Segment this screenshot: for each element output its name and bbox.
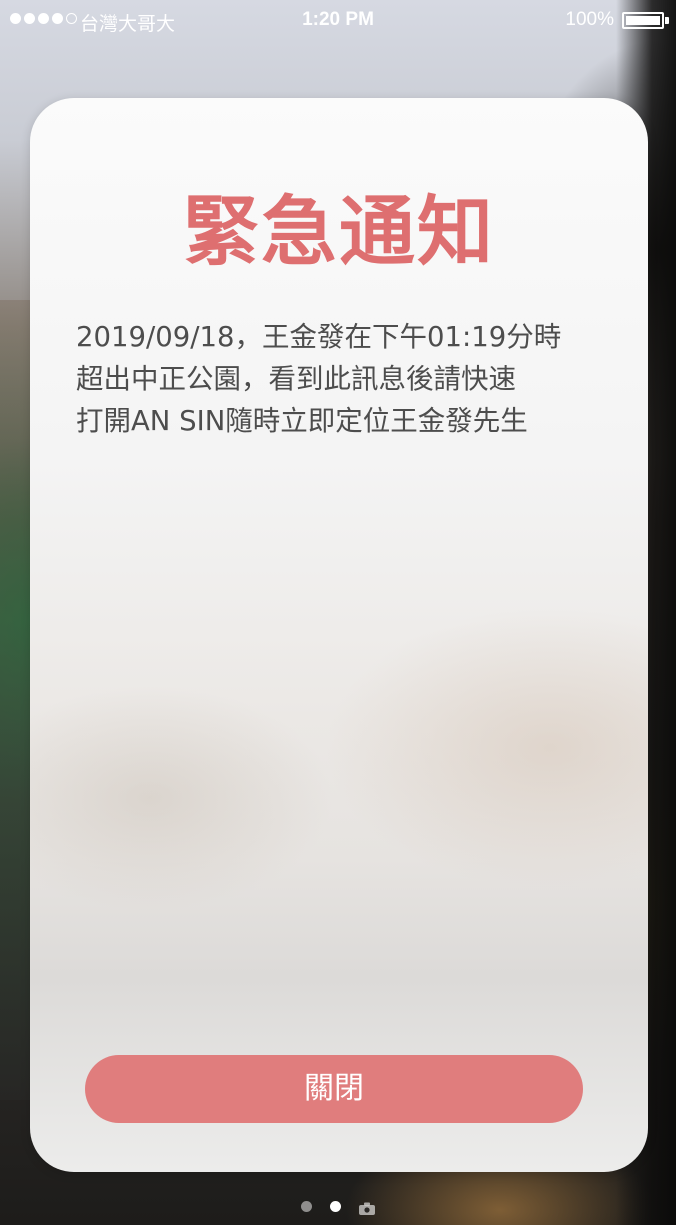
dialog-title: 緊急通知 [183, 187, 495, 276]
battery-icon [622, 12, 664, 29]
message-line: 打開AN SIN隨時立即定位王金發先生 [76, 405, 528, 437]
battery-fill [626, 16, 660, 25]
emergency-alert-dialog: 緊急通知 2019/09/18，王金發在下午01:19分時 超出中正公園，看到此… [30, 98, 648, 1172]
close-button[interactable]: 關閉 [85, 1055, 583, 1123]
message-line: 超出中正公園，看到此訊息後請快速 [76, 363, 516, 395]
battery-percent: 100% [565, 9, 614, 30]
page-indicator [0, 1200, 676, 1215]
camera-icon[interactable] [359, 1200, 375, 1215]
status-bar: 台灣大哥大 1:20 PM 100% [0, 0, 676, 42]
dialog-message: 2019/09/18，王金發在下午01:19分時 超出中正公園，看到此訊息後請快… [76, 316, 616, 442]
message-line: 2019/09/18，王金發在下午01:19分時 [76, 321, 562, 353]
page-dot[interactable] [301, 1201, 312, 1212]
battery-nub [665, 17, 669, 24]
page-dot-active[interactable] [330, 1201, 341, 1212]
